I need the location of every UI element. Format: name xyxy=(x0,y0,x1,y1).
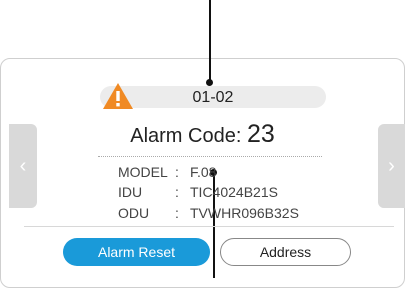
alarm-code-label: Alarm Code: xyxy=(130,125,242,147)
chevron-left-icon: ‹ xyxy=(19,154,27,177)
odu-colon: : xyxy=(175,205,179,221)
callout-dot xyxy=(206,79,213,86)
address-button[interactable]: Address xyxy=(220,238,351,266)
warning-icon xyxy=(103,83,133,109)
idu-value: TIC4024B21S xyxy=(190,184,278,200)
model-key: MODEL xyxy=(118,164,168,180)
model-value: F.08 xyxy=(190,164,217,180)
alarm-code-line: Alarm Code: 23 xyxy=(0,120,405,149)
idu-colon: : xyxy=(175,184,179,200)
alarm-code-value: 23 xyxy=(246,120,275,148)
dotted-divider xyxy=(98,156,322,157)
next-button[interactable]: › xyxy=(378,124,405,208)
callout-line-top xyxy=(209,0,211,80)
odu-key: ODU xyxy=(118,205,150,221)
idu-key: IDU xyxy=(118,184,143,200)
odu-value: TVWHR096B32S xyxy=(190,205,299,221)
model-colon: : xyxy=(175,164,179,180)
alarm-reset-button[interactable]: Alarm Reset xyxy=(63,238,210,266)
divider xyxy=(24,226,394,227)
prev-button[interactable]: ‹ xyxy=(9,124,37,208)
chevron-right-icon: › xyxy=(388,154,395,177)
